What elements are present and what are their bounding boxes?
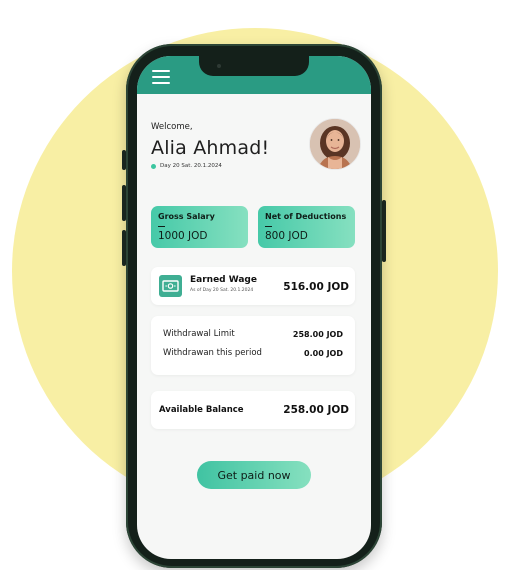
camera-icon xyxy=(217,64,221,68)
net-of-deductions-card[interactable]: Net of Deductions 800 JOD xyxy=(258,206,355,248)
divider xyxy=(158,226,165,227)
phone-screen: Welcome, Alia Ahmad! Day 20 Sat. 20.1.20… xyxy=(137,56,371,559)
hamburger-icon[interactable] xyxy=(152,70,170,84)
earned-wage-subtitle: As of Day 20 Sat. 20.1.2024 xyxy=(190,288,254,293)
net-of-deductions-label: Net of Deductions xyxy=(265,212,347,221)
earned-wage-value: 516.00 JOD xyxy=(283,281,349,293)
divider xyxy=(265,226,272,227)
date-line: Day 20 Sat. 20.1.2024 xyxy=(151,163,222,169)
gross-salary-label: Gross Salary xyxy=(158,212,215,221)
available-balance-label: Available Balance xyxy=(159,405,244,415)
withdrawal-limit-value: 258.00 JOD xyxy=(292,330,343,339)
gross-salary-value: 1000 JOD xyxy=(158,230,208,242)
user-name: Alia Ahmad! xyxy=(151,137,270,159)
phone-notch xyxy=(199,56,309,76)
cash-icon xyxy=(159,275,182,297)
welcome-text: Welcome, xyxy=(151,122,193,132)
available-balance-card: Available Balance 258.00 JOD xyxy=(151,391,355,429)
gross-salary-card[interactable]: Gross Salary 1000 JOD xyxy=(151,206,248,248)
withdrawn-this-period-value: 0.00 JOD xyxy=(304,349,343,358)
avatar[interactable] xyxy=(309,118,361,170)
earned-wage-card[interactable]: Earned Wage As of Day 20 Sat. 20.1.2024 … xyxy=(151,267,355,305)
current-date: Day 20 Sat. 20.1.2024 xyxy=(160,163,222,169)
earned-wage-title: Earned Wage xyxy=(190,275,257,285)
withdrawn-this-period-label: Withdrawan this period xyxy=(163,348,262,358)
withdrawal-card: Withdrawal Limit 258.00 JOD Withdrawan t… xyxy=(151,316,355,375)
withdrawal-limit-label: Withdrawal Limit xyxy=(163,329,235,339)
get-paid-now-button[interactable]: Get paid now xyxy=(197,461,311,489)
status-dot-icon xyxy=(151,163,156,169)
net-of-deductions-value: 800 JOD xyxy=(265,230,308,242)
available-balance-value: 258.00 JOD xyxy=(283,404,349,416)
phone-power-button xyxy=(382,200,386,262)
